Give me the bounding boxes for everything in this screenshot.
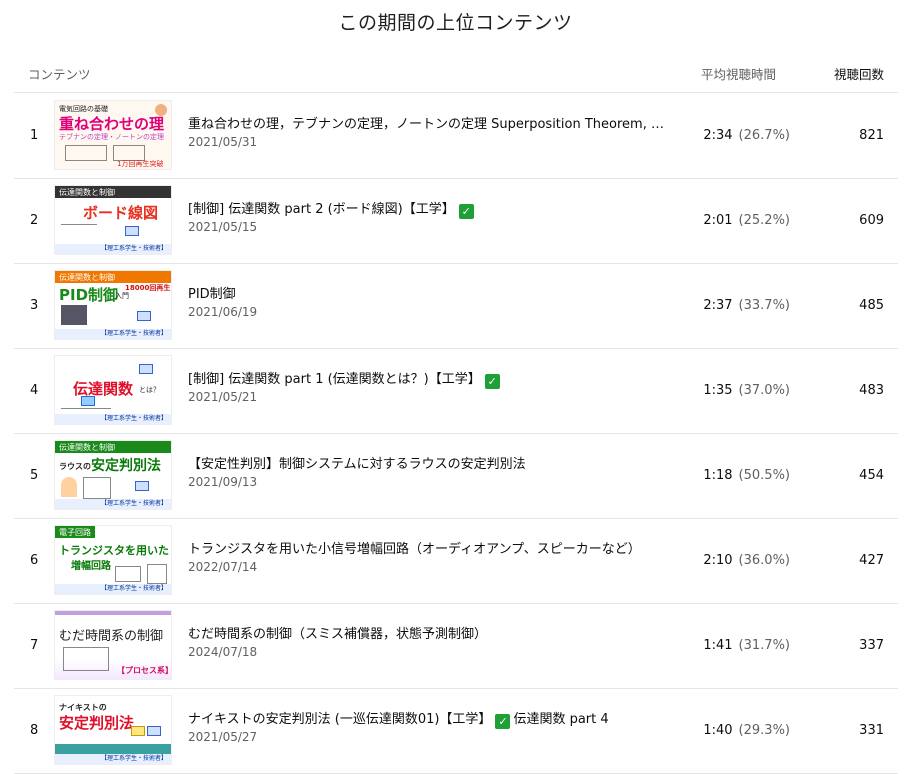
publish-date: 2021/05/31 — [188, 135, 258, 149]
view-count: 337 — [859, 638, 884, 653]
video-thumbnail[interactable]: 伝達関数と制御 PID制御 入門 18000回再生 【理工系学生・技術者】 — [54, 270, 172, 340]
table-row[interactable]: 3 伝達関数と制御 PID制御 入門 18000回再生 【理工系学生・技術者】 … — [14, 263, 898, 349]
avg-view-duration: 2:01 (25.2%) — [703, 213, 790, 228]
video-thumbnail[interactable]: 電気回路の基礎 重ね合わせの理 テブナンの定理・ノートンの定理 1万回再生突破 — [54, 100, 172, 170]
rank-number: 8 — [30, 723, 39, 738]
video-title[interactable]: PID制御 — [188, 283, 668, 302]
view-count: 821 — [859, 128, 884, 143]
rank-number: 6 — [30, 553, 39, 568]
table-row[interactable]: 7 むだ時間系の制御 【プロセス系】 むだ時間系の制御（スミス補償器，状態予測制… — [14, 603, 898, 689]
avg-view-duration: 2:10 (36.0%) — [703, 553, 790, 568]
avatar-icon — [155, 104, 167, 116]
avg-view-duration: 2:34 (26.7%) — [703, 128, 790, 143]
video-title[interactable]: トランジスタを用いた小信号増幅回路（オーディオアンプ、スピーカーなど） — [188, 538, 668, 557]
video-title[interactable]: [制御] 伝達関数 part 2 (ボード線図)【工学】 ✓ — [188, 198, 668, 219]
avg-view-duration: 1:18 (50.5%) — [703, 468, 790, 483]
video-thumbnail[interactable]: 伝達関数と制御 ラウスの 安定判別法 【理工系学生・技術者】 — [54, 440, 172, 510]
publish-date: 2021/05/15 — [188, 220, 258, 234]
video-title[interactable]: [制御] 伝達関数 part 1 (伝達関数とは？)【工学】 ✓ — [188, 368, 668, 389]
video-thumbnail[interactable]: 伝達関数と制御 ボード線図 【理工系学生・技術者】 — [54, 185, 172, 255]
publish-date: 2021/05/27 — [188, 730, 258, 744]
publish-date: 2022/07/14 — [188, 560, 258, 574]
publish-date: 2024/07/18 — [188, 645, 258, 659]
view-count: 454 — [859, 468, 884, 483]
video-title[interactable]: 重ね合わせの理，テブナンの定理，ノートンの定理 Superposition Th… — [188, 113, 668, 132]
table-row[interactable]: 4 伝達関数 とは？ 【理工系学生・技術者】 [制御] 伝達関数 part 1 … — [14, 348, 898, 434]
publish-date: 2021/05/21 — [188, 390, 258, 404]
table-row[interactable]: 1 電気回路の基礎 重ね合わせの理 テブナンの定理・ノートンの定理 1万回再生突… — [14, 93, 898, 179]
view-count: 331 — [859, 723, 884, 738]
table-row[interactable]: 8 ナイキストの 安定判別法 【理工系学生・技術者】 ナイキストの安定判別法 (… — [14, 688, 898, 774]
video-title[interactable]: ナイキストの安定判別法 (一巡伝達関数01)【工学】 ✓ 伝達関数 part 4 — [188, 708, 668, 729]
view-count: 485 — [859, 298, 884, 313]
check-mark-button-icon: ✓ — [495, 714, 511, 729]
rank-number: 7 — [30, 638, 39, 653]
video-thumbnail[interactable]: 伝達関数 とは？ 【理工系学生・技術者】 — [54, 355, 172, 425]
view-count: 483 — [859, 383, 884, 398]
video-thumbnail[interactable]: むだ時間系の制御 【プロセス系】 — [54, 610, 172, 680]
rank-number: 3 — [30, 298, 39, 313]
check-mark-button-icon: ✓ — [484, 374, 500, 389]
column-header-avg-view-duration[interactable]: 平均視聴時間 — [701, 64, 776, 83]
check-mark-button-icon: ✓ — [458, 204, 474, 219]
view-count: 427 — [859, 553, 884, 568]
rank-number: 1 — [30, 128, 39, 143]
view-count: 609 — [859, 213, 884, 228]
page-title: この期間の上位コンテンツ — [338, 12, 573, 34]
avg-view-duration: 1:41 (31.7%) — [703, 638, 790, 653]
table-row[interactable]: 5 伝達関数と制御 ラウスの 安定判別法 【理工系学生・技術者】 【安定性判別】… — [14, 433, 898, 519]
avg-view-duration: 1:40 (29.3%) — [703, 723, 790, 738]
rank-number: 2 — [30, 213, 39, 228]
publish-date: 2021/06/19 — [188, 305, 258, 319]
video-title[interactable]: 【安定性判別】制御システムに対するラウスの安定判別法 — [188, 453, 668, 472]
avg-view-duration: 1:35 (37.0%) — [703, 383, 790, 398]
video-title[interactable]: むだ時間系の制御（スミス補償器，状態予測制御） — [188, 623, 668, 642]
column-header-views[interactable]: 視聴回数 — [834, 64, 884, 83]
table-row[interactable]: 6 電子回路 トランジスタを用いた 増幅回路 【理工系学生・技術者】 トランジス… — [14, 518, 898, 604]
avg-view-duration: 2:37 (33.7%) — [703, 298, 790, 313]
publish-date: 2021/09/13 — [188, 475, 258, 489]
column-header-content: コンテンツ — [28, 67, 91, 82]
rank-number: 4 — [30, 383, 39, 398]
rank-number: 5 — [30, 468, 39, 483]
video-thumbnail[interactable]: ナイキストの 安定判別法 【理工系学生・技術者】 — [54, 695, 172, 765]
table-row[interactable]: 2 伝達関数と制御 ボード線図 【理工系学生・技術者】 [制御] 伝達関数 pa… — [14, 178, 898, 264]
video-thumbnail[interactable]: 電子回路 トランジスタを用いた 増幅回路 【理工系学生・技術者】 — [54, 525, 172, 595]
